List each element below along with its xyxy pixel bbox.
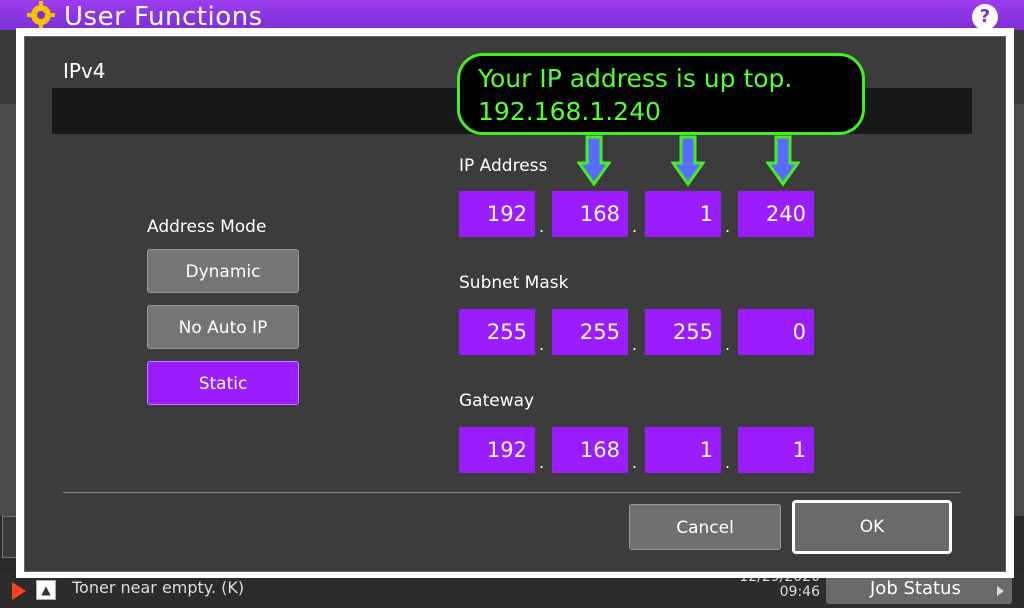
octet-separator: .	[725, 453, 731, 472]
callout-line-1: Your IP address is up top.	[478, 64, 793, 93]
gateway-octet-1[interactable]: 192	[459, 427, 535, 473]
ip-octet-2[interactable]: 168	[552, 191, 628, 237]
title-bar: User Functions ?	[0, 0, 1024, 30]
down-arrow-icon	[766, 135, 800, 187]
subnet-octet-1[interactable]: 255	[459, 309, 535, 355]
divider	[63, 492, 961, 493]
octet-separator: .	[539, 335, 545, 354]
address-mode-label: Address Mode	[147, 217, 267, 237]
help-icon[interactable]: ?	[972, 4, 998, 30]
time-text: 09:46	[779, 584, 820, 600]
cancel-button[interactable]: Cancel	[629, 504, 781, 550]
octet-separator: .	[539, 217, 545, 236]
subnet-octet-4[interactable]: 0	[738, 309, 814, 355]
job-status-button[interactable]: Job Status	[826, 574, 1012, 604]
job-status-label: Job Status	[870, 578, 961, 599]
status-message: Toner near empty. (K)	[72, 578, 245, 597]
octet-separator: .	[632, 453, 638, 472]
ip-octet-1[interactable]: 192	[459, 191, 535, 237]
no-auto-ip-button[interactable]: No Auto IP	[147, 305, 299, 349]
ok-button[interactable]: OK	[792, 500, 952, 554]
dynamic-button[interactable]: Dynamic	[147, 249, 299, 293]
subnet-octet-2[interactable]: 255	[552, 309, 628, 355]
subnet-mask-label: Subnet Mask	[459, 273, 569, 293]
play-icon[interactable]	[12, 582, 26, 600]
gateway-octet-2[interactable]: 168	[552, 427, 628, 473]
ipv4-dialog: IPv4 Address Mode Dynamic No Auto IP Sta…	[24, 36, 1006, 572]
octet-separator: .	[632, 217, 638, 236]
octet-separator: .	[725, 217, 731, 236]
down-arrow-icon	[671, 135, 705, 187]
app-title: User Functions	[64, 2, 263, 30]
gateway-label: Gateway	[459, 391, 535, 411]
callout-line-2: 192.168.1.240	[478, 97, 661, 126]
gear-icon	[27, 1, 55, 29]
octet-separator: .	[539, 453, 545, 472]
subnet-octet-3[interactable]: 255	[645, 309, 721, 355]
gateway-octet-4[interactable]: 1	[738, 427, 814, 473]
down-arrow-icon	[577, 135, 611, 187]
octet-separator: .	[725, 335, 731, 354]
ip-octet-4[interactable]: 240	[738, 191, 814, 237]
annotation-callout: Your IP address is up top. 192.168.1.240	[457, 53, 865, 135]
dialog-title: IPv4	[63, 59, 106, 83]
ip-address-label: IP Address	[459, 156, 548, 176]
ip-octet-3[interactable]: 1	[645, 191, 721, 237]
printer-status-icon: ▲	[36, 580, 56, 600]
gateway-octet-3[interactable]: 1	[645, 427, 721, 473]
chevron-right-icon	[997, 586, 1004, 596]
octet-separator: .	[632, 335, 638, 354]
static-button[interactable]: Static	[147, 361, 299, 405]
